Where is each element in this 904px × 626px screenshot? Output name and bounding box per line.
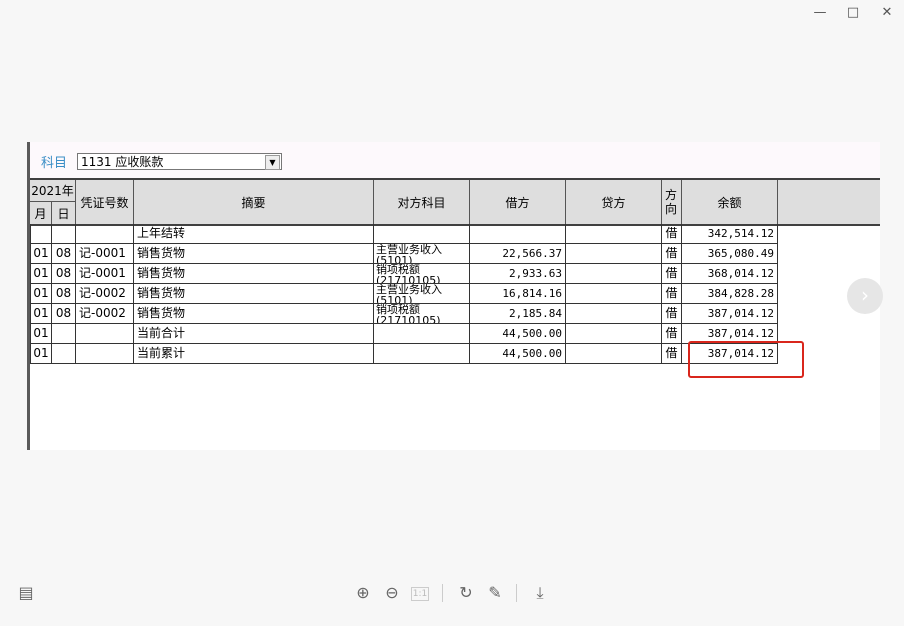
table-row: 01 当前合计 44,500.00 借 387,014.12 <box>30 324 780 344</box>
cell-direction: 借 <box>662 244 682 264</box>
cell-credit <box>566 284 662 304</box>
cell-direction: 借 <box>662 284 682 304</box>
cell-counter: 主营业务收入(5101) <box>374 244 470 264</box>
cell-summary: 上年结转 <box>134 224 374 244</box>
cell-voucher: 记-0001 <box>76 264 134 284</box>
cell-month: 01 <box>30 344 52 364</box>
header-year: 2021年 <box>30 180 76 202</box>
cell-debit: 2,933.63 <box>470 264 566 284</box>
cell-voucher: 记-0002 <box>76 304 134 324</box>
cell-voucher <box>76 344 134 364</box>
table-header: 2021年 月 日 凭证号数 摘要 对方科目 借方 贷方 方向 余额 <box>30 178 880 226</box>
rotate-icon[interactable]: ↻ <box>455 582 477 604</box>
cell-month: 01 <box>30 304 52 324</box>
cell-credit <box>566 324 662 344</box>
cell-day <box>52 344 76 364</box>
cell-direction: 借 <box>662 224 682 244</box>
cell-day <box>52 224 76 244</box>
cell-debit: 22,566.37 <box>470 244 566 264</box>
cell-balance: 384,828.28 <box>682 284 778 304</box>
cell-balance: 368,014.12 <box>682 264 778 284</box>
actual-size-button[interactable]: 1:1 <box>411 587 429 601</box>
cell-balance: 342,514.12 <box>682 224 778 244</box>
cell-month: 01 <box>30 284 52 304</box>
cell-summary: 当前合计 <box>134 324 374 344</box>
cell-voucher <box>76 224 134 244</box>
table-row: 01 08 记-0001 销售货物 主营业务收入(5101) 22,566.37 借 365,… <box>30 244 780 264</box>
next-page-button[interactable]: › <box>847 278 883 314</box>
toolbar-separator <box>442 584 443 602</box>
cell-credit <box>566 304 662 324</box>
cell-month: 01 <box>30 244 52 264</box>
zoom-out-icon[interactable]: ⊖ <box>381 582 403 604</box>
cell-direction: 借 <box>662 324 682 344</box>
edit-pencil-icon[interactable]: ✎ <box>484 582 506 604</box>
cell-day: 08 <box>52 304 76 324</box>
cell-day: 08 <box>52 284 76 304</box>
cell-credit <box>566 244 662 264</box>
cell-debit: 2,185.84 <box>470 304 566 324</box>
cell-counter: 主营业务收入(5101) <box>374 284 470 304</box>
header-voucher: 凭证号数 <box>76 180 134 224</box>
cell-voucher: 记-0002 <box>76 284 134 304</box>
subject-row: 科目 1131 应收账款 ▼ <box>30 142 880 178</box>
header-credit: 贷方 <box>566 180 662 224</box>
cell-month: 01 <box>30 324 52 344</box>
download-icon[interactable]: ⤓ <box>529 582 551 604</box>
cell-credit <box>566 344 662 364</box>
cell-summary: 销售货物 <box>134 264 374 284</box>
zoom-in-icon[interactable]: ⊕ <box>352 582 374 604</box>
cell-counter: 销项税额(21710105) <box>374 304 470 324</box>
subject-select-value: 1131 应收账款 <box>81 155 164 169</box>
header-day: 日 <box>52 202 76 224</box>
cell-counter <box>374 224 470 244</box>
toolbar-separator <box>516 584 517 602</box>
cell-summary: 销售货物 <box>134 244 374 264</box>
cell-debit: 44,500.00 <box>470 324 566 344</box>
cell-direction: 借 <box>662 264 682 284</box>
cell-summary: 销售货物 <box>134 304 374 324</box>
header-counter-account: 对方科目 <box>374 180 470 224</box>
cell-summary: 销售货物 <box>134 284 374 304</box>
table-row: 01 08 记-0002 销售货物 主营业务收入(5101) 16,814.16 借 384,… <box>30 284 780 304</box>
dropdown-arrow-icon[interactable]: ▼ <box>265 155 280 170</box>
table-row: 上年结转 借 342,514.12 <box>30 224 780 244</box>
thumbnail-panel-icon[interactable]: ▤ <box>15 582 37 604</box>
table-row: 01 08 记-0001 销售货物 销项税额(21710105) 2,933.63 借 368… <box>30 264 780 284</box>
header-direction: 方向 <box>662 180 682 224</box>
minimize-button[interactable]: — <box>808 4 832 22</box>
cell-debit <box>470 224 566 244</box>
cell-credit <box>566 224 662 244</box>
maximize-button[interactable]: □ <box>841 4 865 22</box>
highlight-box <box>688 341 804 378</box>
header-balance: 余额 <box>682 180 778 224</box>
cell-month <box>30 224 52 244</box>
cell-counter: 销项税额(21710105) <box>374 264 470 284</box>
table-row: 01 08 记-0002 销售货物 销项税额(21710105) 2,185.84 借 387… <box>30 304 780 324</box>
cell-balance: 365,080.49 <box>682 244 778 264</box>
header-debit: 借方 <box>470 180 566 224</box>
cell-day: 08 <box>52 264 76 284</box>
cell-voucher: 记-0001 <box>76 244 134 264</box>
cell-debit: 44,500.00 <box>470 344 566 364</box>
table-row: 01 当前累计 44,500.00 借 387,014.12 <box>30 344 780 364</box>
cell-direction: 借 <box>662 304 682 324</box>
cell-direction: 借 <box>662 344 682 364</box>
cell-credit <box>566 264 662 284</box>
cell-day <box>52 324 76 344</box>
cell-counter <box>374 324 470 344</box>
cell-balance: 387,014.12 <box>682 304 778 324</box>
subject-select[interactable]: 1131 应收账款 ▼ <box>77 153 282 170</box>
cell-voucher <box>76 324 134 344</box>
cell-day: 08 <box>52 244 76 264</box>
subject-label: 科目 <box>41 156 68 171</box>
close-button[interactable]: ✕ <box>875 4 899 22</box>
cell-debit: 16,814.16 <box>470 284 566 304</box>
cell-summary: 当前累计 <box>134 344 374 364</box>
header-summary: 摘要 <box>134 180 374 224</box>
cell-month: 01 <box>30 264 52 284</box>
cell-counter <box>374 344 470 364</box>
ledger-document: 科目 1131 应收账款 ▼ 2021年 月 日 凭证号数 摘要 对方科目 借方… <box>27 142 880 450</box>
header-month: 月 <box>30 202 52 224</box>
